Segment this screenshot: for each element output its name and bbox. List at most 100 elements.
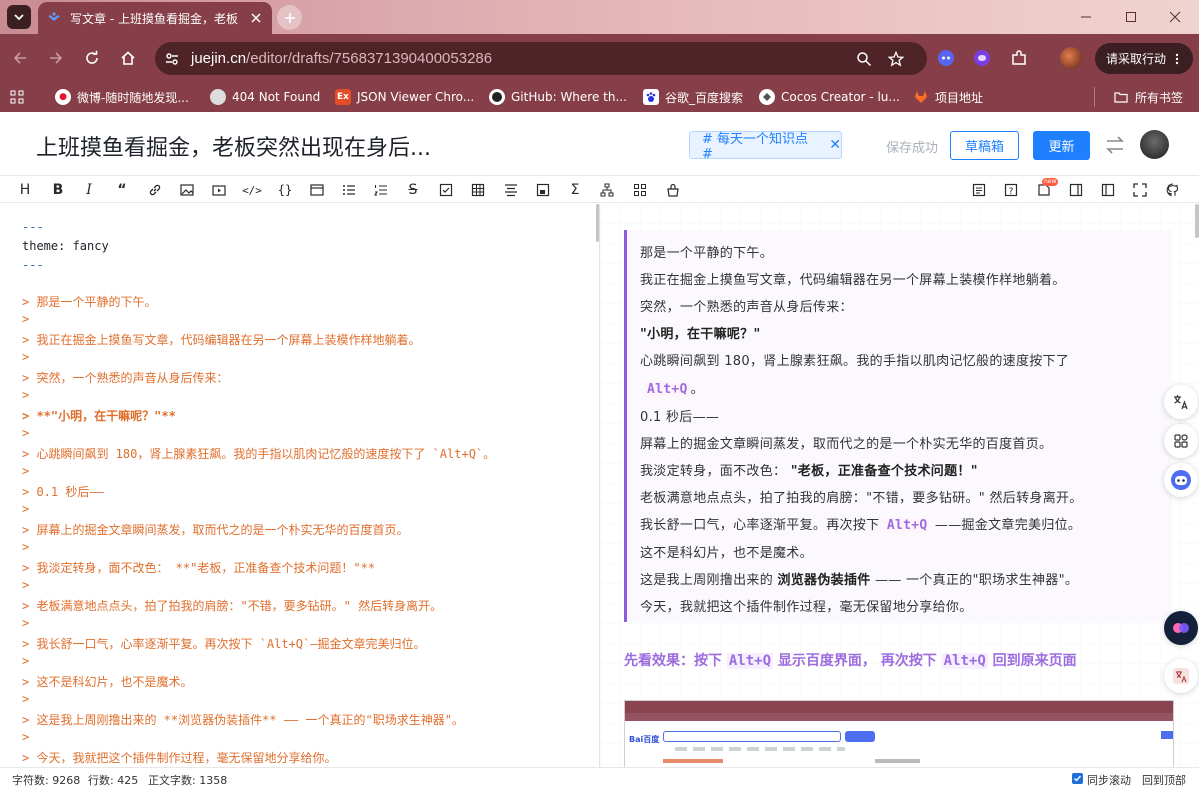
bookmark-star-icon[interactable] — [885, 48, 907, 70]
preview-only-icon[interactable] — [1067, 181, 1085, 199]
profile-avatar[interactable] — [1060, 47, 1082, 69]
extension-discord-icon[interactable] — [935, 47, 957, 69]
reload-button[interactable] — [78, 44, 106, 72]
switch-editor-icon[interactable] — [1104, 134, 1126, 156]
update-button[interactable]: 更新 — [1033, 131, 1090, 160]
preview-paragraph: "小明，在干嘛呢？" — [640, 323, 761, 342]
bookmark-cocos[interactable]: Cocos Creator - lu... — [759, 87, 900, 107]
translate-float-button[interactable] — [1164, 659, 1198, 693]
editor-toolbar: H B I “ </> {} S Σ ? new — [0, 176, 1199, 203]
preview-heading: 先看效果：按下 Alt+Q 显示百度界面， 再次按下 Alt+Q 回到原来页面 — [624, 650, 1077, 670]
back-button[interactable] — [6, 44, 34, 72]
bookmark-label: 微博-随时随地发现... — [77, 90, 189, 105]
video-icon[interactable] — [210, 181, 228, 199]
md-line: > — [22, 578, 30, 592]
link-icon[interactable] — [146, 181, 164, 199]
close-window-button[interactable] — [1152, 0, 1198, 34]
chevron-down-icon — [14, 14, 24, 21]
md-line: > — [22, 388, 30, 402]
new-tab-button[interactable] — [277, 5, 302, 30]
arrow-right-icon — [50, 52, 63, 64]
plus-icon — [284, 12, 295, 23]
formula-icon[interactable]: Σ — [566, 181, 584, 199]
table-icon[interactable] — [469, 181, 487, 199]
ai-float-button[interactable] — [1164, 611, 1198, 645]
preview-paragraph: 突然，一个熟悉的声音从身后传来： — [640, 300, 853, 315]
quote-icon[interactable]: “ — [113, 181, 131, 199]
bookmark-project[interactable]: 项目地址 — [913, 87, 983, 107]
forward-button[interactable] — [42, 44, 70, 72]
reload-icon — [86, 50, 98, 64]
md-line: > 我淡定转身，面不改色： **"老板，正准备查个技术问题！"** — [22, 561, 376, 575]
all-bookmarks-label: 所有书签 — [1135, 90, 1184, 105]
extensions-puzzle-icon[interactable] — [1008, 47, 1030, 69]
home-button[interactable] — [114, 44, 142, 72]
md-line: > — [22, 540, 30, 554]
translate-button[interactable] — [1164, 385, 1198, 419]
github-sync-icon[interactable] — [1164, 181, 1182, 199]
bookmark-baidu[interactable]: 谷歌_百度搜索 — [643, 87, 743, 107]
bookmark-github[interactable]: GitHub: Where th... — [489, 87, 627, 107]
tab-search-button[interactable] — [7, 5, 31, 29]
sync-scroll-checkbox[interactable] — [1072, 773, 1083, 784]
preview-paragraph: 0.1 秒后—— — [640, 410, 720, 425]
strikethrough-icon[interactable]: S — [404, 181, 422, 199]
remove-tag-icon[interactable]: ✕ — [829, 137, 841, 153]
maximize-button[interactable] — [1108, 0, 1154, 34]
md-line: > — [22, 426, 30, 440]
inline-code: Alt+Q — [941, 653, 988, 669]
heading-icon[interactable]: H — [16, 181, 34, 199]
take-action-button[interactable]: 请采取行动 — [1095, 43, 1193, 74]
apps-float-button[interactable] — [1164, 424, 1198, 458]
code-icon[interactable]: </> — [242, 181, 262, 199]
bold-icon[interactable]: B — [49, 181, 67, 199]
theme-icon[interactable] — [664, 181, 682, 199]
apps-button[interactable] — [10, 87, 24, 107]
bookmarks-bar: ● 微博-随时随地发现... 404 Not Found Ex JSON Vie… — [0, 82, 1199, 112]
markdown-editor[interactable]: --- theme: fancy --- > 那是一个平静的下午。 > > 我正… — [0, 204, 598, 767]
md-line: > 那是一个平静的下午。 — [22, 295, 157, 309]
italic-icon[interactable]: I — [80, 181, 98, 199]
minimize-button[interactable] — [1063, 0, 1109, 34]
zoom-icon[interactable] — [853, 48, 875, 70]
tab-strip: 写文章 - 上班摸鱼看掘金，老板 — [0, 0, 1199, 34]
bullet-list-icon[interactable] — [340, 181, 358, 199]
ordered-list-icon[interactable] — [372, 181, 390, 199]
bookmark-404[interactable]: 404 Not Found — [210, 87, 320, 107]
extension-purple-icon[interactable] — [971, 47, 993, 69]
assistant-float-button[interactable] — [1164, 463, 1198, 497]
drafts-button[interactable]: 草稿箱 — [950, 131, 1019, 160]
close-tab-icon[interactable] — [248, 10, 264, 26]
tag-chip[interactable]: # 每天一个知识点 # ✕ — [689, 131, 842, 162]
help-icon[interactable]: ? — [1002, 181, 1020, 199]
site-info-icon[interactable] — [159, 46, 185, 72]
outline-icon[interactable] — [970, 181, 988, 199]
address-bar[interactable]: juejin.cn/editor/drafts/7568371390400053… — [155, 42, 927, 75]
bookmark-json-viewer[interactable]: Ex JSON Viewer Chro... — [335, 87, 474, 107]
embed-icon[interactable] — [308, 181, 326, 199]
preview-paragraph: 我淡定转身，面不改色： "老板，正准备查个技术问题！" — [640, 460, 978, 479]
plugin-icon[interactable] — [631, 181, 649, 199]
url-host: juejin.cn — [191, 50, 247, 67]
diagram-icon[interactable] — [534, 181, 552, 199]
mindmap-icon[interactable] — [598, 181, 616, 199]
user-avatar[interactable] — [1140, 130, 1169, 159]
all-bookmarks[interactable]: 所有书签 — [1094, 87, 1183, 107]
navigation-bar: juejin.cn/editor/drafts/7568371390400053… — [0, 34, 1199, 82]
preview-scrollbar[interactable] — [1195, 204, 1199, 238]
split-view-icon[interactable] — [1099, 181, 1117, 199]
align-icon[interactable] — [502, 181, 520, 199]
bookmark-weibo[interactable]: ● 微博-随时随地发现... — [55, 87, 189, 107]
task-list-icon[interactable] — [437, 181, 455, 199]
code-block-icon[interactable]: {} — [276, 181, 294, 199]
md-line: > 老板满意地点点头，拍了拍我的肩膀："不错，要多钻研。" 然后转身离开。 — [22, 599, 443, 613]
image-icon[interactable] — [178, 181, 196, 199]
md-line: > — [22, 730, 30, 744]
article-title-input[interactable]: 上班摸鱼看掘金，老板突然出现在身后... — [36, 130, 431, 162]
fullscreen-icon[interactable] — [1131, 181, 1149, 199]
robot-icon — [1171, 470, 1191, 490]
md-line: > 0.1 秒后—— — [22, 485, 104, 499]
active-tab[interactable]: 写文章 - 上班摸鱼看掘金，老板 — [38, 2, 272, 34]
bookmark-label: 谷歌_百度搜索 — [665, 90, 744, 105]
md-line: > **"小明，在干嘛呢？"** — [22, 409, 176, 423]
